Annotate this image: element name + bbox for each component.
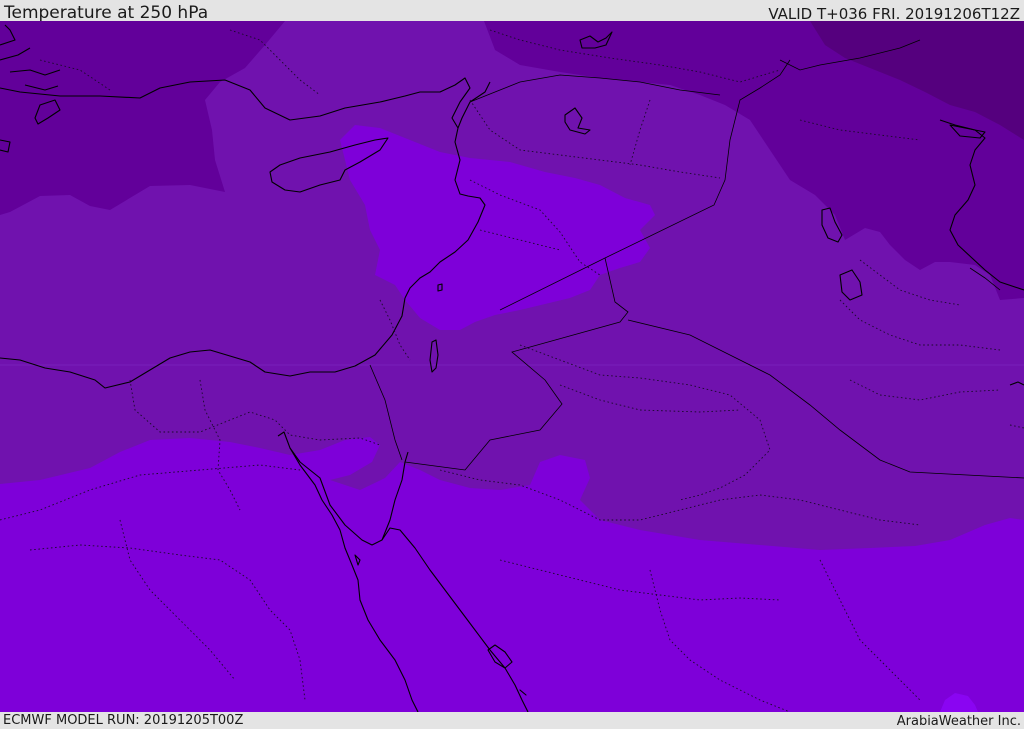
model-run-label: ECMWF MODEL RUN: 20191205T00Z (3, 713, 244, 728)
credit-label: ArabiaWeather Inc. (896, 714, 1021, 729)
map-figure: Temperature at 250 hPa VALID T+036 FRI. … (0, 0, 1024, 729)
footer-bar: ECMWF MODEL RUN: 20191205T00Z ArabiaWeat… (0, 712, 1024, 729)
temperature-map (0, 21, 1024, 712)
map-title: Temperature at 250 hPa (4, 3, 209, 23)
header-bar: Temperature at 250 hPa VALID T+036 FRI. … (0, 0, 1024, 23)
